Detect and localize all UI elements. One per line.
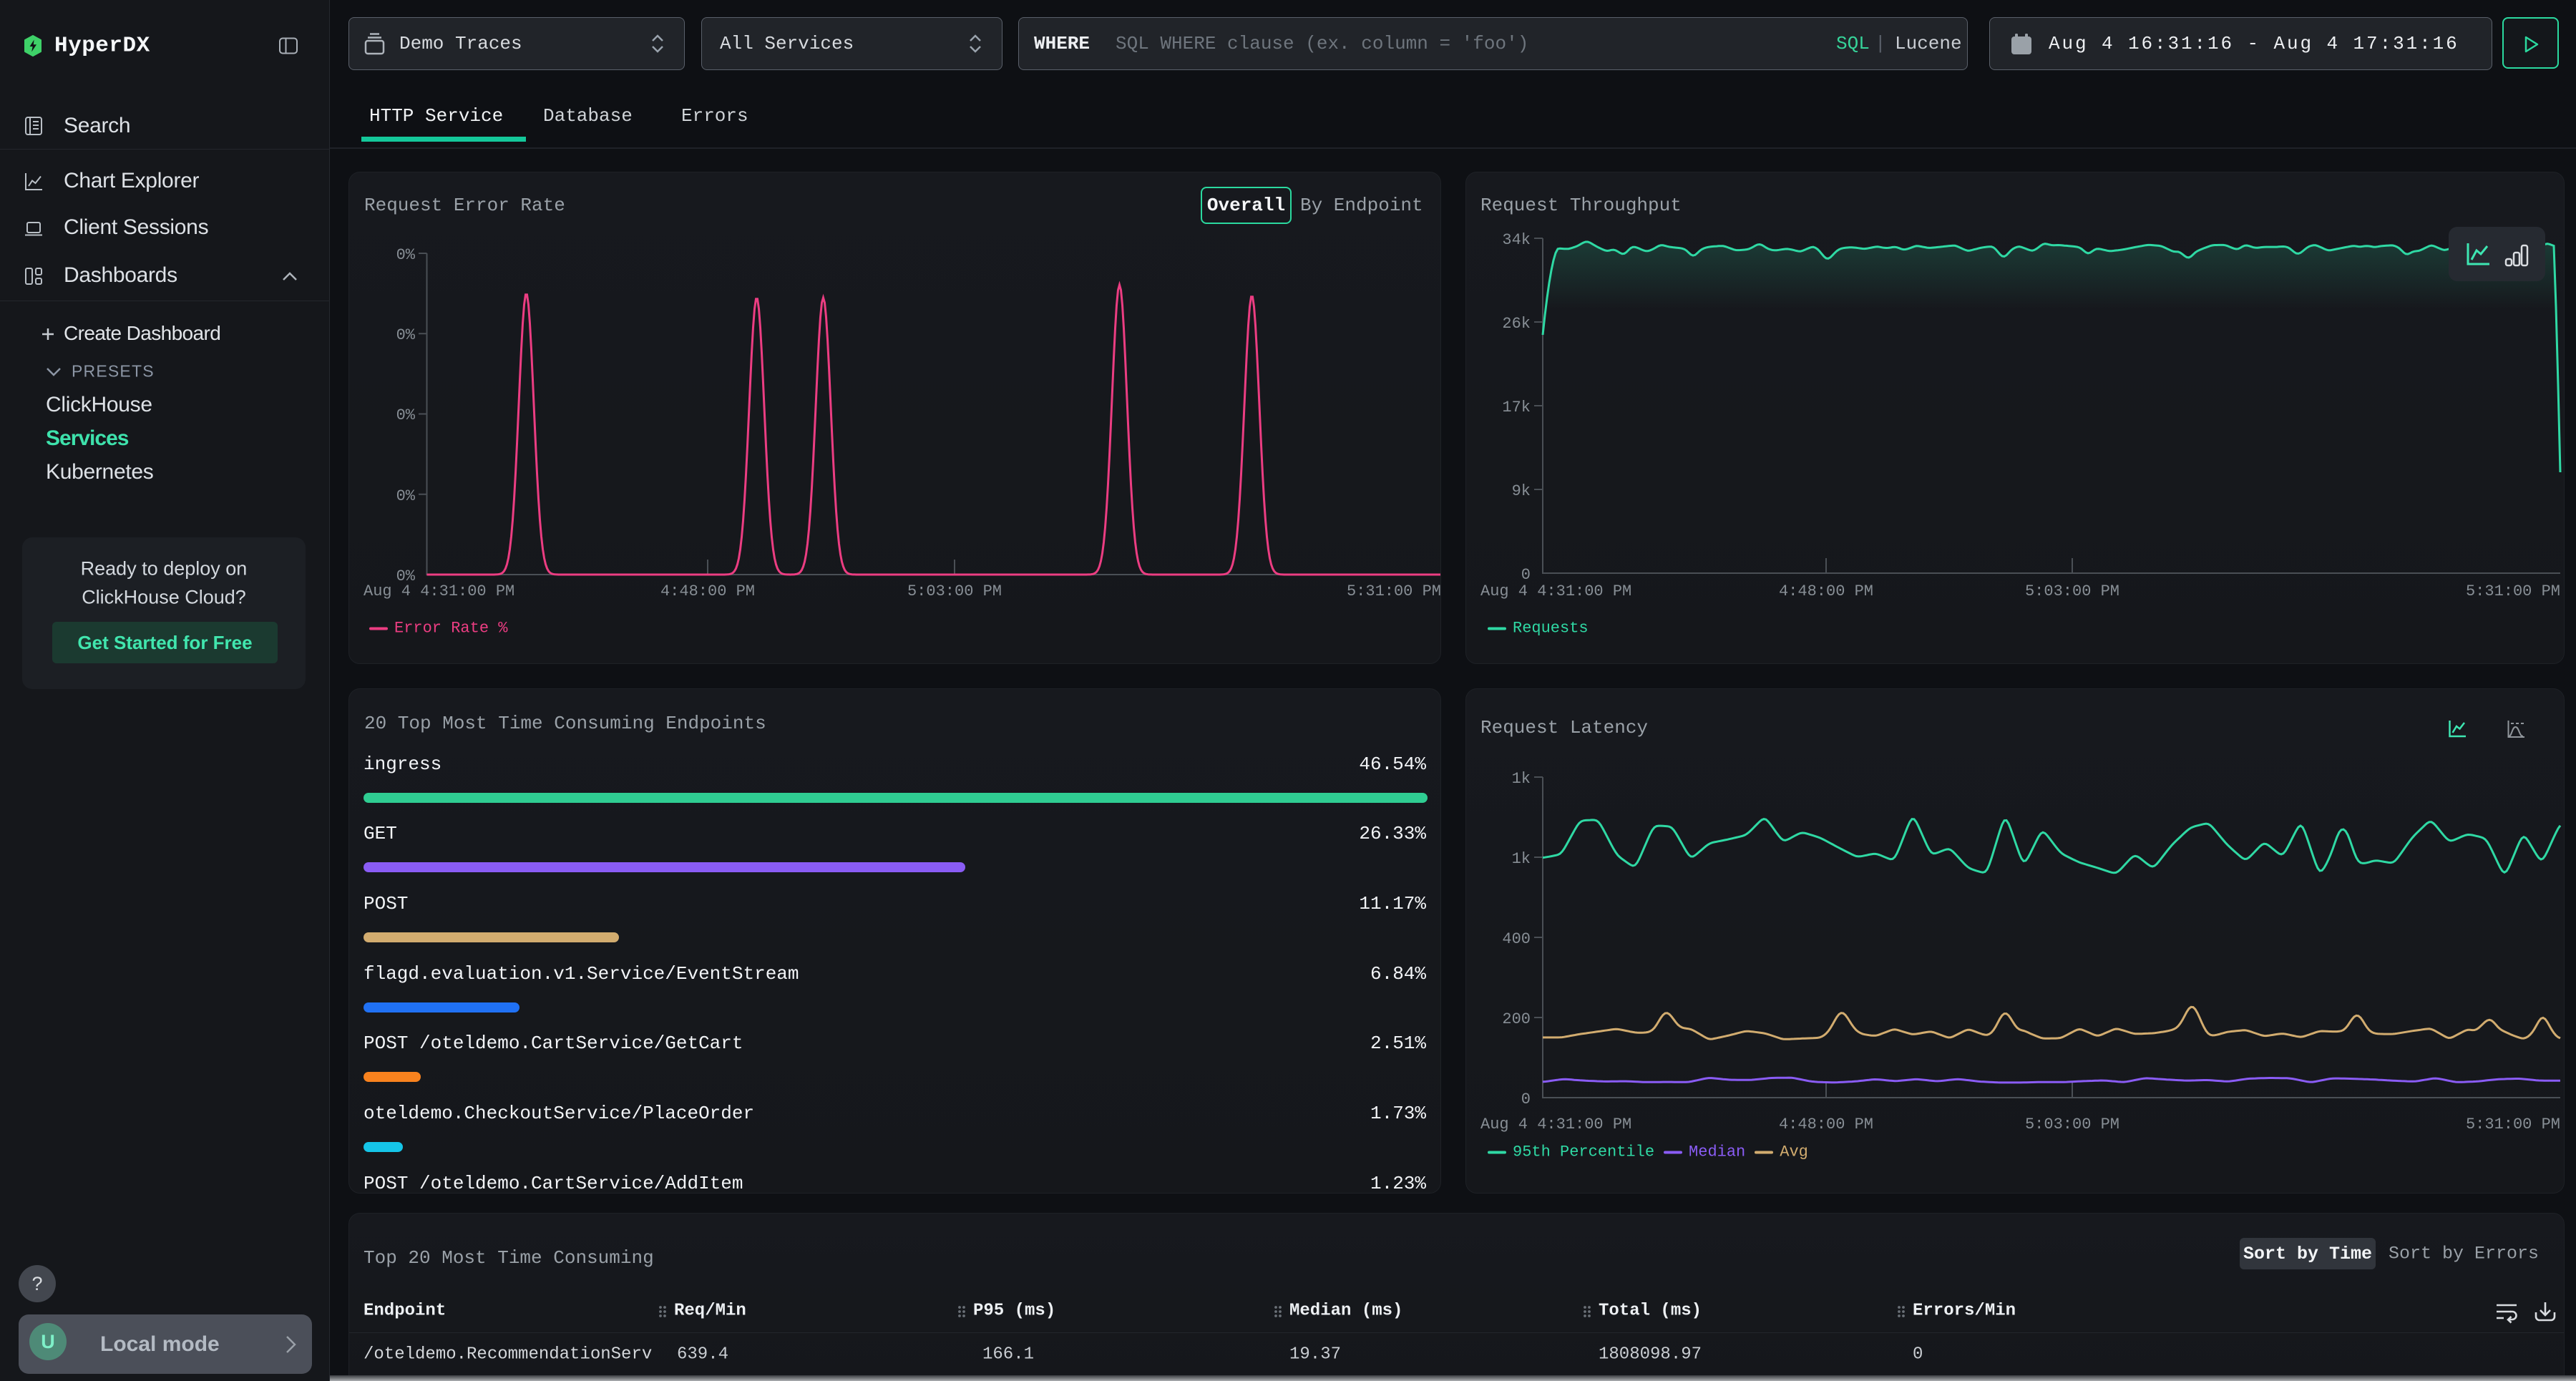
svg-text:Aug 4 4:31:00 PM: Aug 4 4:31:00 PM xyxy=(1480,1116,1631,1133)
svg-text:0%: 0% xyxy=(396,487,416,505)
svg-text:5:31:00 PM: 5:31:00 PM xyxy=(2466,1116,2560,1133)
svg-text:0%: 0% xyxy=(396,326,416,344)
svg-text:0%: 0% xyxy=(396,246,416,264)
svg-text:34k: 34k xyxy=(1502,231,1531,249)
svg-text:5:03:00 PM: 5:03:00 PM xyxy=(2025,1116,2119,1133)
svg-text:400: 400 xyxy=(1502,930,1531,948)
svg-text:0: 0 xyxy=(1521,1090,1531,1108)
svg-text:4:48:00 PM: 4:48:00 PM xyxy=(1779,582,1873,600)
svg-text:9k: 9k xyxy=(1512,482,1531,500)
svg-text:4:48:00 PM: 4:48:00 PM xyxy=(1779,1116,1873,1133)
svg-text:17k: 17k xyxy=(1502,399,1531,416)
svg-text:26k: 26k xyxy=(1502,315,1531,333)
svg-text:1k: 1k xyxy=(1512,770,1531,788)
svg-text:0%: 0% xyxy=(396,406,416,424)
svg-text:1k: 1k xyxy=(1512,850,1531,868)
svg-text:5:31:00 PM: 5:31:00 PM xyxy=(2466,582,2560,600)
svg-text:200: 200 xyxy=(1502,1010,1531,1028)
svg-text:Aug 4 4:31:00 PM: Aug 4 4:31:00 PM xyxy=(364,582,514,600)
svg-text:Aug 4 4:31:00 PM: Aug 4 4:31:00 PM xyxy=(1480,582,1631,600)
svg-text:0: 0 xyxy=(1521,566,1531,584)
svg-text:4:48:00 PM: 4:48:00 PM xyxy=(660,582,755,600)
svg-text:5:31:00 PM: 5:31:00 PM xyxy=(1347,582,1441,600)
svg-text:5:03:00 PM: 5:03:00 PM xyxy=(907,582,1002,600)
svg-text:5:03:00 PM: 5:03:00 PM xyxy=(2025,582,2119,600)
